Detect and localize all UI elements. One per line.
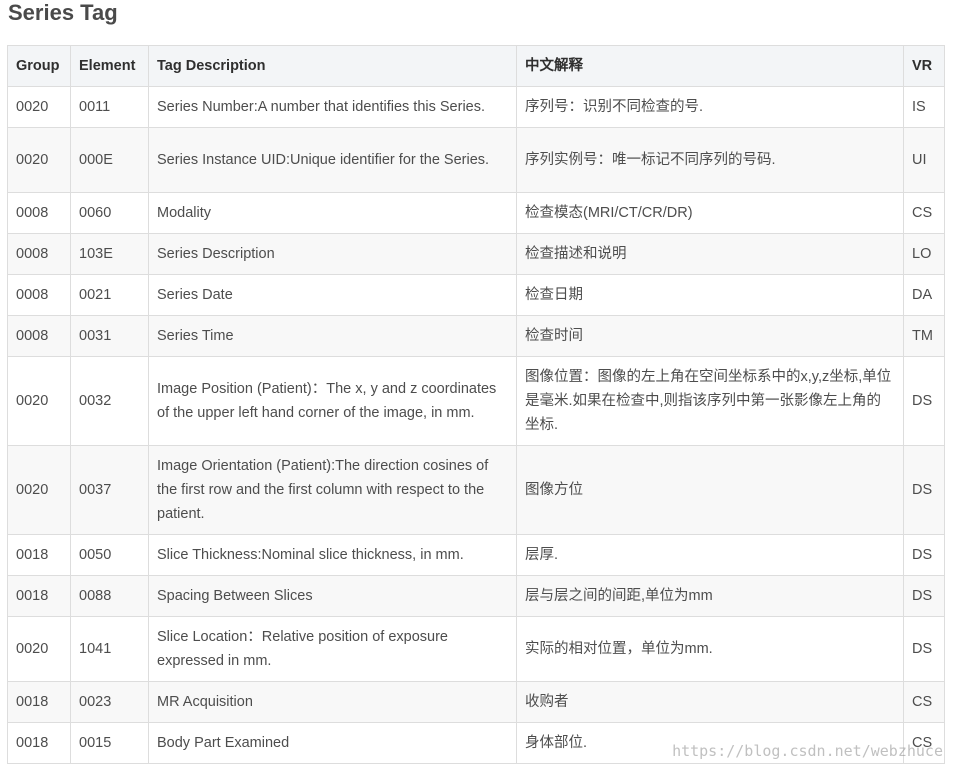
cell-tag-description: MR Acquisition (148, 681, 517, 723)
cell-group: 0008 (7, 315, 71, 357)
cell-group: 0018 (7, 534, 71, 576)
cell-tag-description: Slice Thickness:Nominal slice thickness,… (148, 534, 517, 576)
cell-element: 0037 (70, 445, 149, 535)
cell-tag-description: Modality (148, 192, 517, 234)
cell-element: 0088 (70, 575, 149, 617)
cell-chinese-explanation: 收购者 (516, 681, 904, 723)
cell-tag-description: Body Part Examined (148, 722, 517, 764)
cell-element: 000E (70, 127, 149, 193)
cell-group: 0020 (7, 616, 71, 682)
column-header-chinese-explanation: 中文解释 (516, 45, 904, 87)
cell-chinese-explanation: 序列实例号：唯一标记不同序列的号码. (516, 127, 904, 193)
cell-vr: DS (903, 575, 945, 617)
cell-group: 0020 (7, 356, 71, 446)
cell-vr: DS (903, 356, 945, 446)
cell-vr: CS (903, 192, 945, 234)
cell-chinese-explanation: 身体部位. (516, 722, 904, 764)
cell-group: 0008 (7, 274, 71, 316)
cell-vr: DS (903, 534, 945, 576)
cell-element: 0015 (70, 722, 149, 764)
cell-vr: DS (903, 616, 945, 682)
cell-element: 0032 (70, 356, 149, 446)
cell-tag-description: Slice Location：Relative position of expo… (148, 616, 517, 682)
cell-group: 0018 (7, 681, 71, 723)
cell-group: 0020 (7, 445, 71, 535)
cell-vr: IS (903, 86, 945, 128)
cell-chinese-explanation: 图像方位 (516, 445, 904, 535)
cell-tag-description: Image Position (Patient)：The x, y and z … (148, 356, 517, 446)
cell-group: 0018 (7, 722, 71, 764)
column-header-vr: VR (903, 45, 945, 87)
cell-tag-description: Image Orientation (Patient):The directio… (148, 445, 517, 535)
cell-chinese-explanation: 序列号：识别不同检查的号. (516, 86, 904, 128)
cell-group: 0020 (7, 127, 71, 193)
cell-tag-description: Series Date (148, 274, 517, 316)
column-header-tag-description: Tag Description (148, 45, 517, 87)
cell-chinese-explanation: 检查日期 (516, 274, 904, 316)
table-row: 0008 0031 Series Time 检查时间 TM (7, 315, 945, 357)
table-row: 0018 0023 MR Acquisition 收购者 CS (7, 681, 945, 723)
cell-element: 0023 (70, 681, 149, 723)
cell-element: 0011 (70, 86, 149, 128)
table-row: 0008 0021 Series Date 检查日期 DA (7, 274, 945, 316)
cell-tag-description: Spacing Between Slices (148, 575, 517, 617)
cell-vr: CS (903, 681, 945, 723)
table-row: 0020 000E Series Instance UID:Unique ident… (7, 127, 945, 193)
table-row: 0008 103E Series Description 检查描述和说明 LO (7, 233, 945, 275)
cell-vr: TM (903, 315, 945, 357)
table-row: 0020 0037 Image Orientation (Patient):The … (7, 445, 945, 535)
cell-tag-description: Series Time (148, 315, 517, 357)
cell-tag-description: Series Number:A number that identifies t… (148, 86, 517, 128)
cell-vr: LO (903, 233, 945, 275)
page-title: Series Tag (8, 0, 118, 25)
column-header-element: Element (70, 45, 149, 87)
cell-vr: DS (903, 445, 945, 535)
table-row: 0020 0032 Image Position (Patient)：The x, … (7, 356, 945, 446)
table-row: 0020 0011 Series Number:A number that iden… (7, 86, 945, 128)
cell-chinese-explanation: 检查时间 (516, 315, 904, 357)
cell-chinese-explanation: 层厚. (516, 534, 904, 576)
table-row: 0008 0060 Modality 检查模态(MRI/CT/CR/DR) CS (7, 192, 945, 234)
table-row: 0018 0088 Spacing Between Slices 层与层之间的间距,单… (7, 575, 945, 617)
cell-element: 103E (70, 233, 149, 275)
cell-vr: CS (903, 722, 945, 764)
cell-chinese-explanation: 图像位置：图像的左上角在空间坐标系中的x,y,z坐标,单位是毫米.如果在检查中,… (516, 356, 904, 446)
table-header-row: Group Element Tag Description 中文解释 VR (7, 45, 945, 87)
cell-vr: UI (903, 127, 945, 193)
table-row: 0018 0015 Body Part Examined 身体部位. CS (7, 722, 945, 764)
table-body: 0020 0011 Series Number:A number that iden… (7, 86, 945, 764)
column-header-group: Group (7, 45, 71, 87)
cell-chinese-explanation: 实际的相对位置，单位为mm. (516, 616, 904, 682)
cell-element: 0060 (70, 192, 149, 234)
cell-chinese-explanation: 层与层之间的间距,单位为mm (516, 575, 904, 617)
cell-element: 0050 (70, 534, 149, 576)
table-row: 0018 0050 Slice Thickness:Nominal slice th… (7, 534, 945, 576)
series-tag-table: Group Element Tag Description 中文解释 VR 00… (7, 45, 945, 764)
cell-group: 0018 (7, 575, 71, 617)
cell-tag-description: Series Instance UID:Unique identifier fo… (148, 127, 517, 193)
cell-group: 0008 (7, 192, 71, 234)
cell-tag-description: Series Description (148, 233, 517, 275)
cell-element: 0031 (70, 315, 149, 357)
cell-group: 0020 (7, 86, 71, 128)
cell-chinese-explanation: 检查描述和说明 (516, 233, 904, 275)
table-row: 0020 1041 Slice Location：Relative position… (7, 616, 945, 682)
cell-group: 0008 (7, 233, 71, 275)
cell-element: 0021 (70, 274, 149, 316)
cell-element: 1041 (70, 616, 149, 682)
cell-chinese-explanation: 检查模态(MRI/CT/CR/DR) (516, 192, 904, 234)
cell-vr: DA (903, 274, 945, 316)
